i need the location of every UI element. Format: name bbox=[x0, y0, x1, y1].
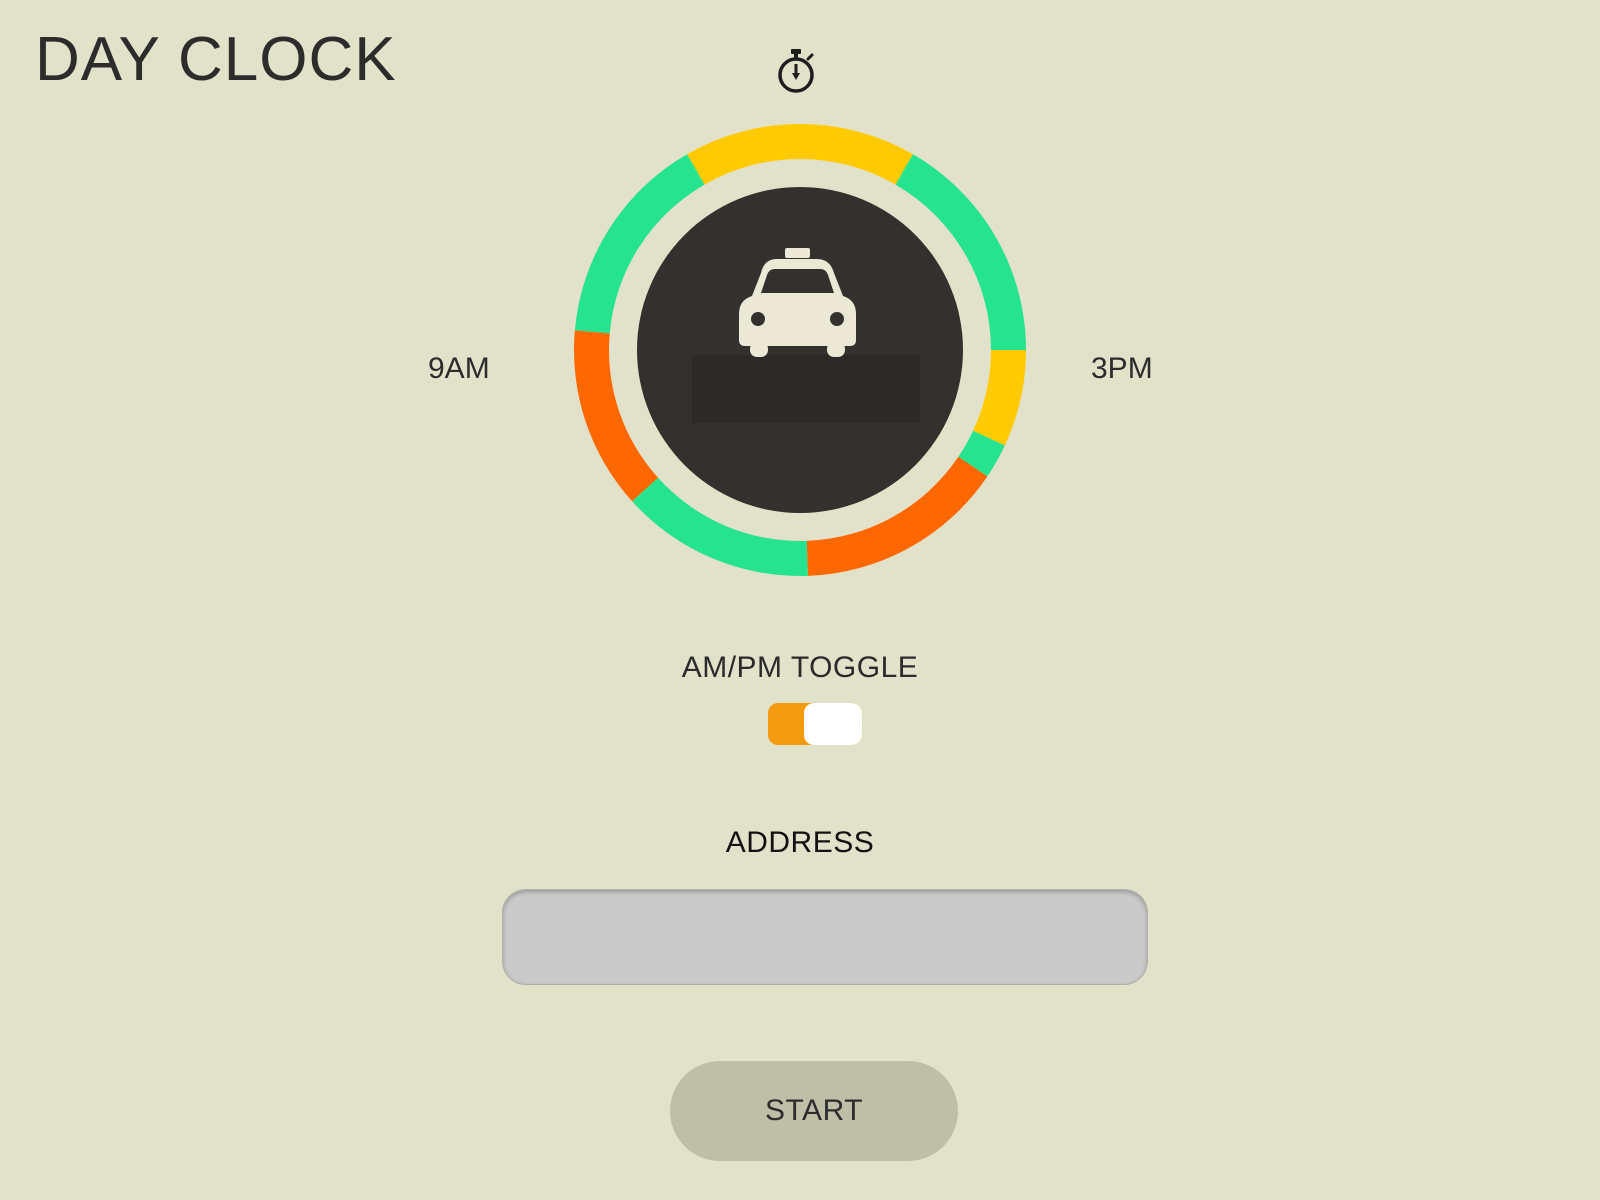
address-label: ADDRESS bbox=[725, 826, 875, 859]
day-clock-dial[interactable] bbox=[572, 122, 1028, 578]
am-pm-toggle-label: AM/PM TOGGLE bbox=[681, 651, 919, 684]
toggle-knob[interactable] bbox=[804, 703, 862, 745]
ring-segment-busy[interactable] bbox=[973, 350, 1026, 446]
app-title: DAY CLOCK bbox=[35, 25, 397, 94]
timer-button[interactable] bbox=[772, 45, 820, 97]
clock-left-time-label: 9AM bbox=[428, 352, 490, 385]
dial-center-display bbox=[692, 355, 920, 423]
address-input[interactable] bbox=[502, 889, 1148, 985]
am-pm-toggle[interactable] bbox=[768, 703, 862, 745]
ring-segment-busy[interactable] bbox=[687, 123, 913, 185]
start-button[interactable]: START bbox=[670, 1061, 958, 1161]
dial-center[interactable] bbox=[637, 187, 963, 513]
clock-right-time-label: 3PM bbox=[1091, 352, 1153, 385]
stopwatch-icon bbox=[778, 49, 814, 93]
